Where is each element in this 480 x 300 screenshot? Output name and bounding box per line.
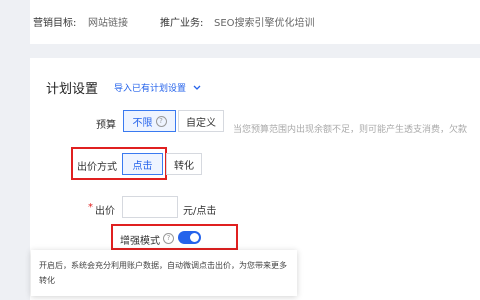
bid-method-convert-option[interactable]: 转化 [166, 153, 202, 175]
bid-input[interactable] [122, 196, 178, 218]
bid-method-label: 出价方式 [77, 162, 117, 173]
goal-label: 营销目标: [33, 18, 77, 29]
section-title: 计划设置 [46, 82, 99, 97]
business-value: SEO搜索引擎优化培训 [214, 18, 315, 29]
enhanced-mode-tooltip: 开启后，系统会充分利用账户数据，自动微调点击出价，为您带来更多转化 [31, 250, 297, 296]
bid-method-click-label: 点击 [132, 160, 153, 172]
budget-unlimited-label: 不限 [132, 117, 153, 129]
help-icon: ? [155, 115, 167, 127]
enhanced-mode-label: 增强模式 [120, 236, 160, 247]
bid-method-convert-label: 转化 [174, 160, 194, 172]
budget-custom-label: 自定义 [186, 117, 216, 129]
budget-custom-option[interactable]: 自定义 [178, 110, 224, 132]
bid-label: 出价 [95, 206, 115, 217]
import-plan-link[interactable]: 导入已有计划设置 [114, 81, 201, 94]
budget-hint: 当您预算范围内出现余额不足，则可能产生透支消费，欠款 [233, 125, 468, 135]
bid-method-click-option[interactable]: 点击 [122, 153, 163, 175]
import-plan-link-label: 导入已有计划设置 [114, 84, 187, 94]
help-icon: ? [163, 233, 174, 244]
enhanced-mode-toggle[interactable] [178, 231, 201, 244]
required-mark: * [88, 202, 93, 213]
toggle-knob [190, 233, 199, 242]
marketing-info-card: 营销目标: 网站链接 推广业务: SEO搜索引擎优化培训 [30, 0, 480, 44]
bid-unit: 元/点击 [183, 206, 217, 217]
budget-unlimited-option[interactable]: 不限 ? [123, 110, 176, 132]
budget-label: 预算 [96, 120, 116, 131]
business-label: 推广业务: [160, 18, 204, 29]
goal-value: 网站链接 [88, 18, 128, 29]
chevron-down-icon [193, 84, 201, 94]
